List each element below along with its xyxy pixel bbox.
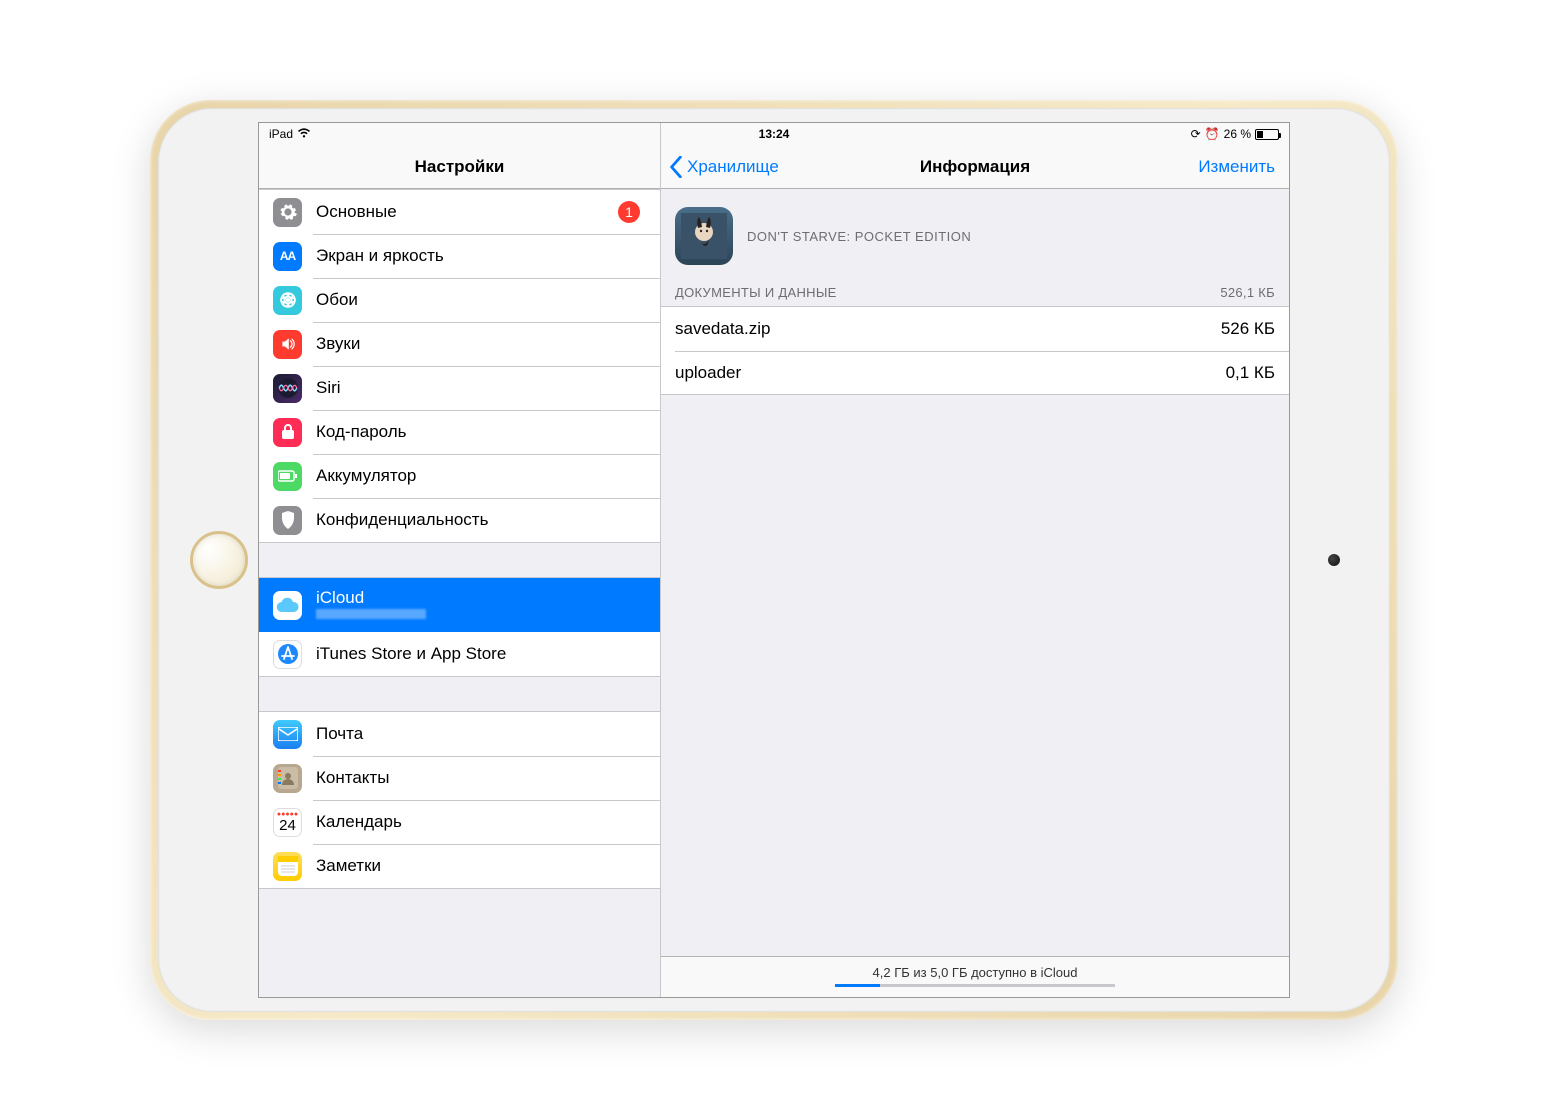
wallpaper-icon (273, 286, 302, 315)
battery-icon (273, 462, 302, 491)
sidebar-scroll[interactable]: Основные1 AA Экран и яркость Обои Звуки Siri К… (259, 189, 660, 997)
sidebar-item-label: Экран и яркость (316, 246, 646, 266)
siri-icon (273, 374, 302, 403)
app-icon (675, 207, 733, 265)
storage-bar (835, 984, 1115, 987)
sidebar-item-sounds[interactable]: Звуки (259, 322, 660, 366)
file-size: 0,1 КБ (1226, 363, 1275, 383)
sidebar-item-calendar[interactable]: ●●●●●24 Календарь (259, 800, 660, 844)
storage-footer-text: 4,2 ГБ из 5,0 ГБ доступно в iCloud (661, 965, 1289, 980)
sidebar-item-label: Код-пароль (316, 422, 646, 442)
docs-section-header: ДОКУМЕНТЫ И ДАННЫЕ 526,1 КБ (661, 279, 1289, 306)
edit-button[interactable]: Изменить (1198, 157, 1289, 177)
ipad-bezel: iPad 13:24 ⟳ ⏰ 26 % Настройки (158, 108, 1390, 1012)
detail-pane: Хранилище Информация Изменить (661, 123, 1289, 997)
battery-percent: 26 % (1224, 127, 1251, 141)
status-carrier: iPad (269, 127, 293, 141)
status-time: 13:24 (759, 127, 790, 141)
sidebar-item-label: Основные (316, 202, 618, 222)
wifi-icon (297, 127, 311, 141)
sidebar-title: Настройки (415, 157, 505, 177)
ipad-frame: iPad 13:24 ⟳ ⏰ 26 % Настройки (150, 100, 1398, 1020)
docs-header-label: ДОКУМЕНТЫ И ДАННЫЕ (675, 285, 837, 300)
sidebar-item-siri[interactable]: Siri (259, 366, 660, 410)
app-header: DON'T STARVE: POCKET EDITION (661, 189, 1289, 279)
sidebar-item-battery[interactable]: Аккумулятор (259, 454, 660, 498)
sidebar-item-notes[interactable]: Заметки (259, 844, 660, 888)
sidebar-item-mail[interactable]: Почта (259, 712, 660, 756)
privacy-icon (273, 506, 302, 535)
files-list: savedata.zip 526 КБ uploader 0,1 КБ (661, 306, 1289, 395)
screen: iPad 13:24 ⟳ ⏰ 26 % Настройки (258, 122, 1290, 998)
contacts-icon (273, 764, 302, 793)
appstore-icon (273, 640, 302, 669)
orientation-lock-icon: ⟳ (1191, 127, 1201, 141)
docs-total-size: 526,1 КБ (1220, 285, 1275, 300)
sidebar-item-itunes[interactable]: iTunes Store и App Store (259, 632, 660, 676)
sidebar-item-passcode[interactable]: Код-пароль (259, 410, 660, 454)
chevron-left-icon (669, 156, 683, 178)
storage-fill (835, 984, 880, 987)
settings-sidebar: Настройки Основные1 AA Экран и яркость Обои… (259, 123, 661, 997)
file-size: 526 КБ (1221, 319, 1275, 339)
sidebar-item-label: Контакты (316, 768, 646, 788)
storage-footer: 4,2 ГБ из 5,0 ГБ доступно в iCloud (661, 956, 1289, 997)
detail-title: Информация (920, 157, 1030, 177)
sidebar-item-icloud[interactable]: iCloud (259, 578, 660, 632)
sidebar-item-wallpaper[interactable]: Обои (259, 278, 660, 322)
sidebar-item-label: Аккумулятор (316, 466, 646, 486)
back-button[interactable]: Хранилище (661, 156, 779, 178)
app-name: DON'T STARVE: POCKET EDITION (747, 229, 971, 244)
sidebar-item-label: iTunes Store и App Store (316, 644, 646, 664)
status-bar: iPad 13:24 ⟳ ⏰ 26 % (259, 123, 1289, 145)
gear-icon (273, 198, 302, 227)
sidebar-item-label: iCloud (316, 588, 426, 608)
sidebar-item-label: Календарь (316, 812, 646, 832)
battery-icon (1255, 129, 1279, 140)
passcode-icon (273, 418, 302, 447)
home-button[interactable] (190, 531, 248, 589)
front-camera (1328, 554, 1340, 566)
sidebar-item-label: Обои (316, 290, 646, 310)
sounds-icon (273, 330, 302, 359)
sidebar-item-label: Звуки (316, 334, 646, 354)
sidebar-item-label: Конфиденциальность (316, 510, 646, 530)
notes-icon (273, 852, 302, 881)
notification-badge: 1 (618, 201, 640, 223)
sidebar-item-display[interactable]: AA Экран и яркость (259, 234, 660, 278)
mail-icon (273, 720, 302, 749)
alarm-icon: ⏰ (1205, 127, 1220, 141)
sidebar-item-sublabel (316, 608, 426, 622)
file-row[interactable]: uploader 0,1 КБ (661, 350, 1289, 394)
back-label: Хранилище (687, 157, 779, 177)
sidebar-item-label: Siri (316, 378, 646, 398)
file-name: savedata.zip (675, 319, 770, 339)
sidebar-item-general[interactable]: Основные1 (259, 190, 660, 234)
calendar-icon: ●●●●●24 (273, 808, 302, 837)
icloud-icon (273, 591, 302, 620)
file-row[interactable]: savedata.zip 526 КБ (661, 306, 1289, 350)
file-name: uploader (675, 363, 741, 383)
sidebar-item-contacts[interactable]: Контакты (259, 756, 660, 800)
sidebar-item-label: Заметки (316, 856, 646, 876)
sidebar-item-privacy[interactable]: Конфиденциальность (259, 498, 660, 542)
sidebar-item-label: Почта (316, 724, 646, 744)
display-icon: AA (273, 242, 302, 271)
